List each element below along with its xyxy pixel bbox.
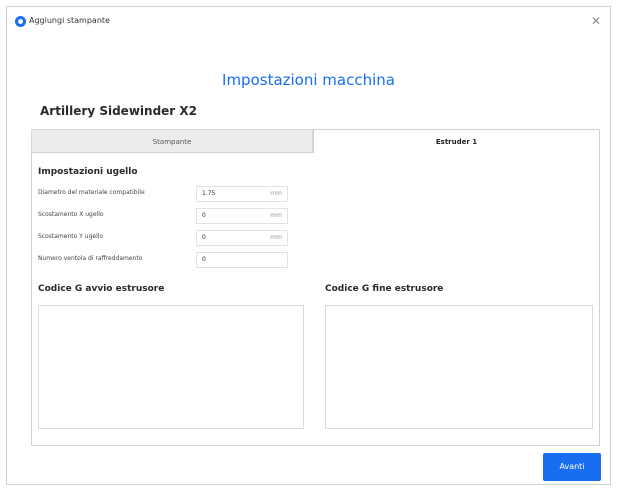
nozzle-x-offset-field[interactable]: 0 mm (196, 208, 288, 224)
machine-name: Artillery Sidewinder X2 (40, 104, 197, 118)
window-title: Aggiungi stampante (29, 16, 110, 25)
nozzle-y-offset-label: Scostamento Y ugello (38, 233, 104, 240)
close-icon[interactable]: ✕ (588, 13, 604, 29)
nozzle-x-offset-row: Scostamento X ugello 0 mm (38, 208, 318, 224)
material-diameter-label: Diametro del materiale compatibile (38, 189, 145, 196)
tab-extruder-1[interactable]: Estruder 1 (313, 129, 600, 153)
nozzle-settings-title: Impostazioni ugello (38, 167, 138, 177)
material-diameter-row: Diametro del materiale compatibile 1.75 … (38, 186, 318, 202)
tab-printer[interactable]: Stampante (31, 129, 313, 153)
nozzle-x-offset-unit: mm (270, 212, 282, 219)
cooling-fan-value: 0 (202, 256, 206, 263)
title-bar: Aggiungi stampante ✕ (7, 7, 610, 35)
material-diameter-unit: mm (270, 190, 282, 197)
start-gcode-label: Codice G avvio estrusore (38, 284, 165, 294)
cooling-fan-row: Numero ventola di raffreddamento 0 (38, 252, 318, 268)
nozzle-y-offset-row: Scostamento Y ugello 0 mm (38, 230, 318, 246)
material-diameter-value: 1.75 (202, 190, 216, 197)
end-gcode-label: Codice G fine estrusore (325, 284, 444, 294)
next-button[interactable]: Avanti (543, 453, 601, 481)
nozzle-y-offset-field[interactable]: 0 mm (196, 230, 288, 246)
nozzle-x-offset-value: 0 (202, 212, 206, 219)
cura-logo-icon (15, 16, 26, 27)
settings-tabs: Stampante Estruder 1 (31, 129, 600, 153)
extruder-settings-panel: Impostazioni ugello Diametro del materia… (31, 153, 600, 446)
start-gcode-editor[interactable] (38, 305, 304, 429)
nozzle-y-offset-unit: mm (270, 234, 282, 241)
cooling-fan-field[interactable]: 0 (196, 252, 288, 268)
cooling-fan-label: Numero ventola di raffreddamento (38, 255, 143, 262)
page-title: Impostazioni macchina (222, 71, 395, 89)
end-gcode-editor[interactable] (325, 305, 593, 429)
nozzle-x-offset-label: Scostamento X ugello (38, 211, 104, 218)
nozzle-y-offset-value: 0 (202, 234, 206, 241)
material-diameter-field[interactable]: 1.75 mm (196, 186, 288, 202)
